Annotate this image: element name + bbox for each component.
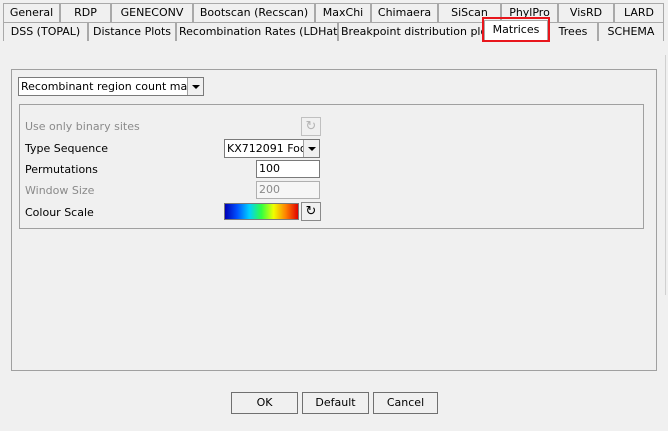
reset-icon[interactable]: ↻ xyxy=(301,202,321,221)
type-sequence-value: KX712091 Foot xyxy=(227,142,311,155)
tab-bootscan[interactable]: Bootscan (Recscan) xyxy=(193,3,315,22)
matrix-type-select[interactable]: Recombinant region count matrix xyxy=(18,77,204,96)
tab-breakpoint-distribution[interactable]: Breakpoint distribution plot xyxy=(338,22,492,41)
tab-maxchi[interactable]: MaxChi xyxy=(315,3,371,22)
colour-scale-label: Colour Scale xyxy=(25,206,94,219)
default-button[interactable]: Default xyxy=(302,392,369,414)
tab-chimaera[interactable]: Chimaera xyxy=(371,3,438,22)
tab-dss-topal[interactable]: DSS (TOPAL) xyxy=(3,22,88,41)
colour-scale-swatch[interactable] xyxy=(224,203,299,220)
permutations-label: Permutations xyxy=(25,163,98,176)
tab-geneconv[interactable]: GENECONV xyxy=(111,3,193,22)
permutations-input[interactable]: 100 xyxy=(256,160,320,178)
tab-matrices[interactable]: Matrices xyxy=(484,20,548,42)
tab-distance-plots[interactable]: Distance Plots xyxy=(88,22,176,41)
matrix-type-value: Recombinant region count matrix xyxy=(21,80,204,93)
tab-visrd[interactable]: VisRD xyxy=(558,3,614,22)
chevron-down-icon[interactable] xyxy=(303,140,319,157)
window-edge-divider xyxy=(665,55,666,295)
window-size-label: Window Size xyxy=(25,184,95,197)
window-size-input[interactable]: 200 xyxy=(256,181,320,199)
binary-sites-label: Use only binary sites xyxy=(25,120,140,133)
reset-icon[interactable]: ↻ xyxy=(301,117,321,136)
chevron-down-icon[interactable] xyxy=(187,78,203,95)
tab-general[interactable]: General xyxy=(3,3,60,22)
tab-trees[interactable]: Trees xyxy=(548,22,598,41)
tab-recombination-rates[interactable]: Recombination Rates (LDHat) xyxy=(176,22,342,41)
ok-button[interactable]: OK xyxy=(231,392,298,414)
type-sequence-select[interactable]: KX712091 Foot xyxy=(224,139,320,158)
tab-lard[interactable]: LARD xyxy=(614,3,664,22)
cancel-button[interactable]: Cancel xyxy=(373,392,438,414)
tab-schema[interactable]: SCHEMA xyxy=(598,22,664,41)
type-sequence-label: Type Sequence xyxy=(25,142,109,155)
tab-rdp[interactable]: RDP xyxy=(60,3,111,22)
